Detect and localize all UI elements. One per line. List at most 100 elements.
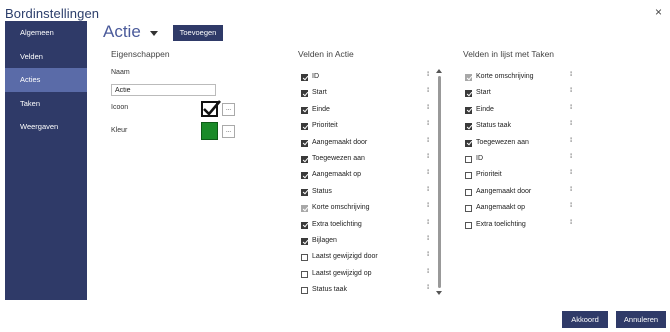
field-checkbox[interactable] bbox=[465, 106, 472, 114]
field-row[interactable]: Extra toelichting ⁞⁞ bbox=[301, 220, 437, 233]
cancel-button[interactable]: Annuleren bbox=[616, 311, 666, 328]
field-row[interactable]: ID ⁞⁞ bbox=[465, 154, 580, 167]
field-label: Aangemaakt door bbox=[312, 138, 368, 146]
field-row[interactable]: Laatst gewijzigd door ⁞⁞ bbox=[301, 252, 437, 265]
color-browse-button[interactable]: ... bbox=[222, 125, 235, 138]
field-checkbox[interactable] bbox=[301, 106, 308, 114]
drag-handle-icon[interactable]: ⁞⁞ bbox=[427, 72, 430, 78]
field-row[interactable]: Laatst gewijzigd op ⁞⁞ bbox=[301, 269, 437, 282]
field-row[interactable]: Toegewezen aan ⁞⁞ bbox=[465, 138, 580, 151]
drag-handle-icon[interactable]: ⁞⁞ bbox=[427, 236, 430, 242]
field-row[interactable]: Aangemaakt door ⁞⁞ bbox=[301, 138, 437, 151]
field-row[interactable]: Aangemaakt op ⁞⁞ bbox=[301, 170, 437, 183]
drag-handle-icon[interactable]: ⁞⁞ bbox=[570, 121, 573, 127]
sidebar: Algemeen Velden Acties Taken Weergaven bbox=[5, 21, 87, 300]
drag-handle-icon[interactable]: ⁞⁞ bbox=[570, 220, 573, 226]
field-checkbox[interactable] bbox=[301, 188, 308, 196]
field-checkbox bbox=[465, 74, 472, 81]
properties-title: Eigenschappen bbox=[111, 49, 170, 59]
drag-handle-icon[interactable]: ⁞⁞ bbox=[427, 154, 430, 160]
drag-handle-icon[interactable]: ⁞⁞ bbox=[570, 72, 573, 78]
drag-handle-icon[interactable]: ⁞⁞ bbox=[427, 121, 430, 127]
drag-handle-icon[interactable]: ⁞⁞ bbox=[570, 88, 573, 94]
field-checkbox[interactable] bbox=[301, 90, 308, 98]
name-label: Naam bbox=[111, 69, 130, 76]
sidebar-item-weergaven[interactable]: Weergaven bbox=[5, 115, 87, 139]
field-row[interactable]: Bijlagen ⁞⁞ bbox=[301, 236, 437, 249]
sidebar-item-taken[interactable]: Taken bbox=[5, 92, 87, 116]
chevron-down-icon[interactable] bbox=[150, 31, 158, 36]
drag-handle-icon[interactable]: ⁞⁞ bbox=[570, 105, 573, 111]
field-label: Korte omschrijving bbox=[476, 73, 534, 80]
field-label: Start bbox=[312, 89, 327, 97]
field-row[interactable]: ID ⁞⁞ bbox=[301, 72, 437, 85]
field-checkbox[interactable] bbox=[301, 172, 308, 180]
field-row[interactable]: Start ⁞⁞ bbox=[465, 88, 580, 101]
field-checkbox[interactable] bbox=[301, 221, 308, 229]
field-row[interactable]: Prioriteit ⁞⁞ bbox=[465, 170, 580, 183]
drag-handle-icon[interactable]: ⁞⁞ bbox=[427, 285, 430, 291]
icon-browse-button[interactable]: ... bbox=[222, 103, 235, 116]
field-checkbox[interactable] bbox=[301, 238, 308, 245]
drag-handle-icon[interactable]: ⁞⁞ bbox=[570, 187, 573, 193]
field-checkbox[interactable] bbox=[465, 205, 472, 213]
action-selector[interactable]: Actie bbox=[103, 22, 141, 42]
field-row[interactable]: Status taak ⁞⁞ bbox=[465, 121, 580, 134]
drag-handle-icon[interactable]: ⁞⁞ bbox=[427, 88, 430, 94]
field-row[interactable]: Korte omschrijving ⁞⁞ bbox=[465, 72, 580, 85]
icon-preview bbox=[201, 100, 221, 117]
field-row[interactable]: Aangemaakt op ⁞⁞ bbox=[465, 203, 580, 216]
drag-handle-icon[interactable]: ⁞⁞ bbox=[427, 252, 430, 258]
field-checkbox[interactable] bbox=[465, 139, 472, 147]
field-row[interactable]: Toegewezen aan ⁞⁞ bbox=[301, 154, 437, 167]
add-button[interactable]: Toevoegen bbox=[173, 25, 223, 41]
field-checkbox[interactable] bbox=[301, 156, 308, 163]
field-row[interactable]: Extra toelichting ⁞⁞ bbox=[465, 220, 580, 233]
sidebar-item-algemeen[interactable]: Algemeen bbox=[5, 21, 87, 45]
drag-handle-icon[interactable]: ⁞⁞ bbox=[427, 220, 430, 226]
field-checkbox[interactable] bbox=[301, 254, 308, 262]
drag-handle-icon[interactable]: ⁞⁞ bbox=[570, 138, 573, 144]
field-checkbox[interactable] bbox=[301, 270, 308, 278]
field-checkbox[interactable] bbox=[465, 156, 472, 163]
field-row[interactable]: Start ⁞⁞ bbox=[301, 88, 437, 101]
close-icon[interactable]: × bbox=[655, 5, 662, 19]
drag-handle-icon[interactable]: ⁞⁞ bbox=[570, 170, 573, 176]
field-checkbox[interactable] bbox=[465, 188, 472, 196]
icon-label: Icoon bbox=[111, 104, 129, 111]
field-label: Korte omschrijving bbox=[312, 204, 370, 212]
field-checkbox[interactable] bbox=[301, 287, 308, 295]
name-input[interactable] bbox=[111, 84, 216, 96]
drag-handle-icon[interactable]: ⁞⁞ bbox=[427, 138, 430, 144]
field-row[interactable]: Einde ⁞⁞ bbox=[465, 105, 580, 118]
color-swatch[interactable] bbox=[201, 122, 218, 140]
scroll-up-icon[interactable] bbox=[436, 69, 442, 73]
field-checkbox[interactable] bbox=[465, 123, 472, 131]
field-checkbox[interactable] bbox=[301, 123, 308, 131]
ok-button[interactable]: Akkoord bbox=[562, 311, 608, 328]
sidebar-item-velden[interactable]: Velden bbox=[5, 45, 87, 69]
drag-handle-icon[interactable]: ⁞⁞ bbox=[570, 154, 573, 160]
field-checkbox[interactable] bbox=[301, 139, 308, 147]
field-row[interactable]: Korte omschrijving ⁞⁞ bbox=[301, 203, 437, 216]
sidebar-item-acties[interactable]: Acties bbox=[5, 68, 87, 92]
field-checkbox[interactable] bbox=[465, 172, 472, 180]
field-row[interactable]: Prioriteit ⁞⁞ bbox=[301, 121, 437, 134]
field-row[interactable]: Einde ⁞⁞ bbox=[301, 105, 437, 118]
drag-handle-icon[interactable]: ⁞⁞ bbox=[427, 105, 430, 111]
field-checkbox[interactable] bbox=[465, 90, 472, 98]
field-checkbox[interactable] bbox=[301, 74, 308, 81]
drag-handle-icon[interactable]: ⁞⁞ bbox=[427, 187, 430, 193]
field-checkbox[interactable] bbox=[465, 221, 472, 229]
field-row[interactable]: Status taak ⁞⁞ bbox=[301, 285, 437, 298]
field-label: Toegewezen aan bbox=[312, 155, 365, 162]
field-label: Prioriteit bbox=[476, 171, 502, 179]
drag-handle-icon[interactable]: ⁞⁞ bbox=[570, 203, 573, 209]
scroll-down-icon[interactable] bbox=[436, 291, 442, 295]
field-row[interactable]: Aangemaakt door ⁞⁞ bbox=[465, 187, 580, 200]
field-row[interactable]: Status ⁞⁞ bbox=[301, 187, 437, 200]
scrollbar[interactable] bbox=[438, 76, 441, 288]
drag-handle-icon[interactable]: ⁞⁞ bbox=[427, 269, 430, 275]
drag-handle-icon[interactable]: ⁞⁞ bbox=[427, 203, 430, 209]
drag-handle-icon[interactable]: ⁞⁞ bbox=[427, 170, 430, 176]
